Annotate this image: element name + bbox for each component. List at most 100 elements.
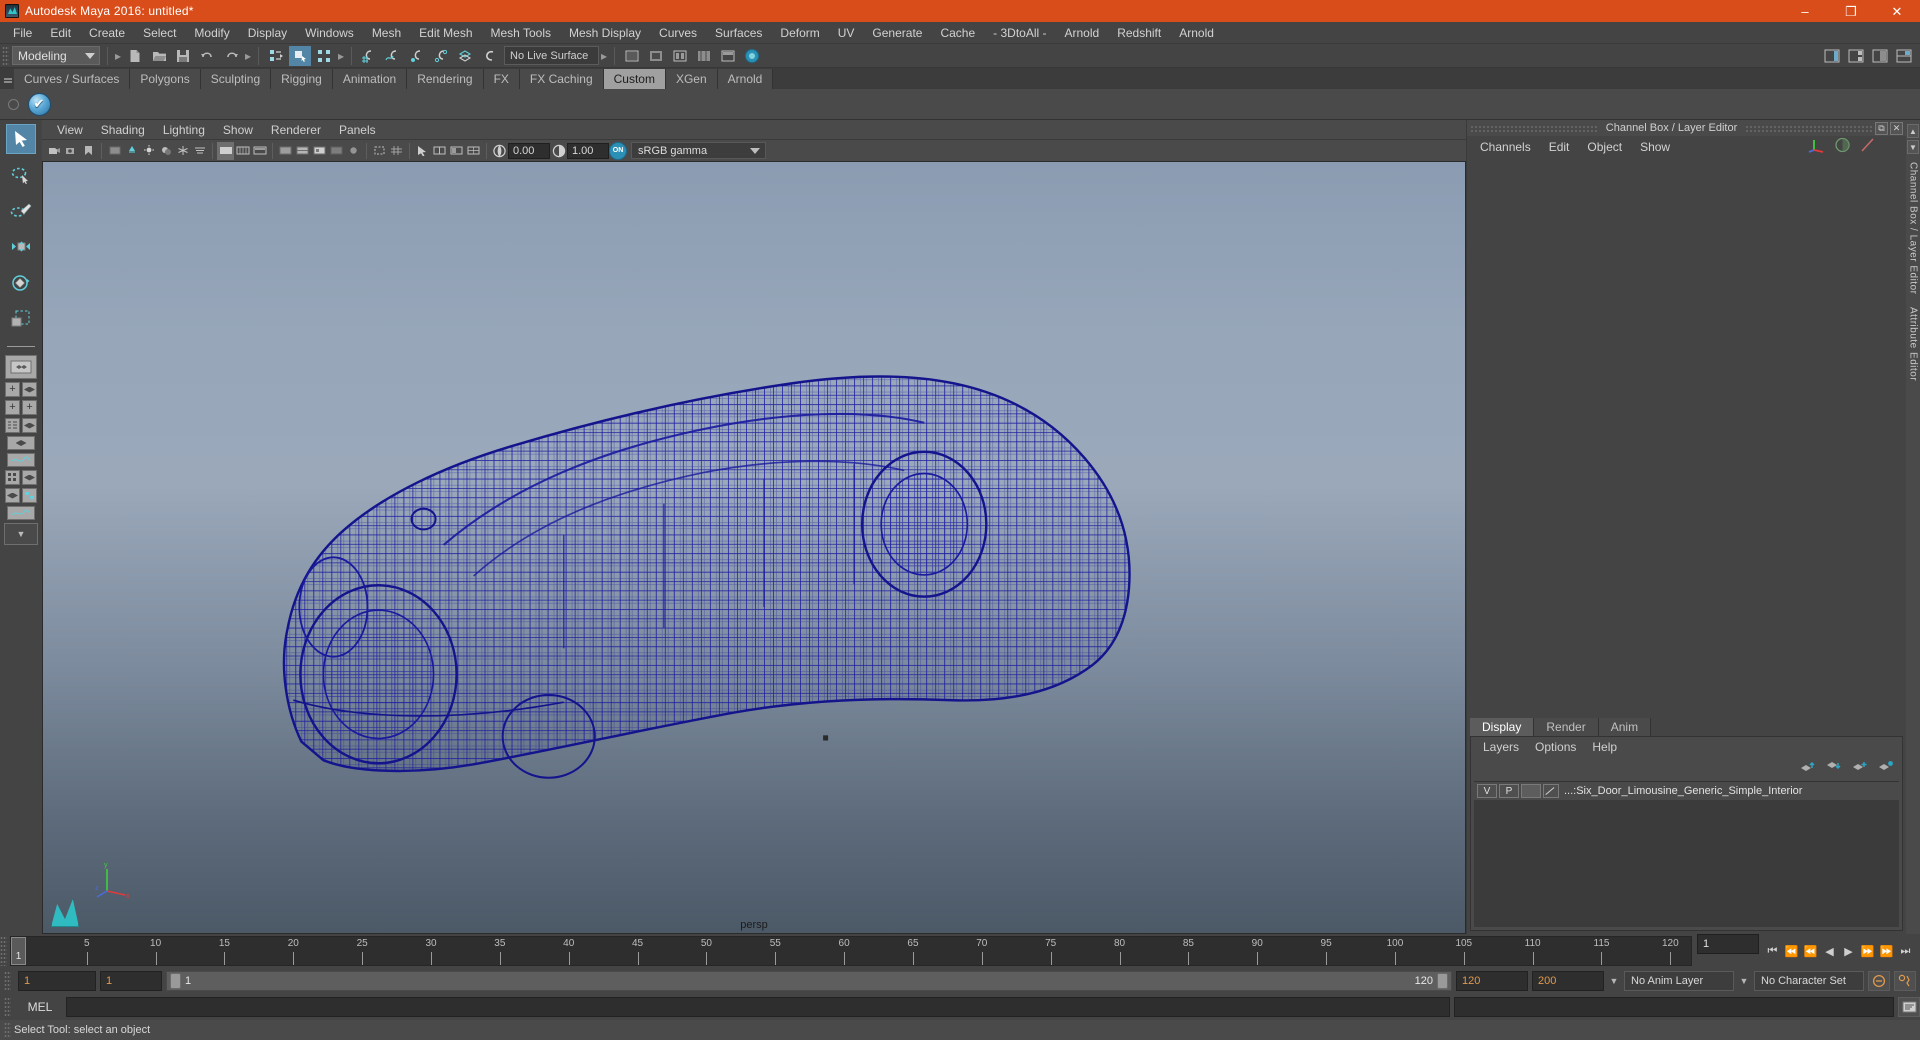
- viewport-layout-icon[interactable]: [431, 142, 448, 160]
- scroll-down-icon[interactable]: ▼: [1907, 140, 1919, 154]
- move-tool-icon[interactable]: [6, 232, 36, 262]
- viewport-menu-lighting[interactable]: Lighting: [154, 120, 214, 140]
- layout-hypershade-icon[interactable]: [5, 470, 20, 485]
- live-surface-field[interactable]: No Live Surface: [504, 46, 599, 65]
- isolate-select-icon[interactable]: [371, 142, 388, 160]
- menu-item-edit-mesh[interactable]: Edit Mesh: [410, 22, 481, 44]
- layout-persp-curve-icon[interactable]: [7, 506, 35, 520]
- layer-row[interactable]: V P ...:Six_Door_Limousine_Generic_Simpl…: [1474, 782, 1899, 800]
- go-to-end-icon[interactable]: ⏭: [1897, 941, 1914, 961]
- textured-icon[interactable]: [294, 142, 311, 160]
- panel-undock-icon[interactable]: ⧉: [1875, 121, 1888, 135]
- smooth-shade-all-icon[interactable]: [234, 142, 251, 160]
- step-back-keyframe-icon[interactable]: ⏪: [1783, 941, 1800, 961]
- range-slider[interactable]: 1 120: [166, 971, 1452, 991]
- auto-keyframe-icon[interactable]: [1868, 971, 1890, 991]
- shelf-tab-rigging[interactable]: Rigging: [271, 69, 333, 89]
- layout-two-pane-stacked-icon[interactable]: +: [22, 400, 37, 415]
- gamma-value-field[interactable]: 1.00: [567, 142, 609, 159]
- exposure-icon[interactable]: [491, 142, 508, 160]
- channel-menu-channels[interactable]: Channels: [1471, 136, 1540, 158]
- menu-item-redshift[interactable]: Redshift: [1108, 22, 1170, 44]
- character-set-chevron-icon[interactable]: ▼: [1738, 976, 1750, 986]
- command-output-field[interactable]: [1454, 997, 1894, 1017]
- shading-sphere-icon[interactable]: [1834, 137, 1851, 156]
- toolbar-collapse-icon-4[interactable]: ▸: [599, 47, 609, 65]
- render-settings-icon[interactable]: [693, 46, 715, 66]
- perspective-viewport[interactable]: y x z persp: [42, 162, 1466, 934]
- play-backwards-icon[interactable]: ◀: [1821, 941, 1838, 961]
- menu-item-uv[interactable]: UV: [829, 22, 864, 44]
- viewport-menu-show[interactable]: Show: [214, 120, 262, 140]
- two-sided-lighting-icon[interactable]: [123, 142, 140, 160]
- snap-to-grid-icon[interactable]: [358, 46, 380, 66]
- panel-drag-dots-right[interactable]: [1745, 124, 1873, 132]
- layout-four-view-icon[interactable]: +: [5, 382, 20, 397]
- toolbar-grip[interactable]: [2, 45, 9, 66]
- exposure-value-field[interactable]: 0.00: [508, 142, 550, 159]
- transform-axis-icon[interactable]: [1808, 137, 1826, 156]
- close-button[interactable]: ✕: [1874, 0, 1920, 22]
- render-globals-icon[interactable]: [621, 46, 643, 66]
- shelf-tab-polygons[interactable]: Polygons: [130, 69, 201, 89]
- use-all-lights-icon[interactable]: [140, 142, 157, 160]
- menu-item-arnold[interactable]: Arnold: [1056, 22, 1109, 44]
- move-layer-down-icon[interactable]: [1826, 760, 1842, 776]
- menu-item-cache[interactable]: Cache: [931, 22, 984, 44]
- anim-layer-chevron-icon[interactable]: ▼: [1608, 976, 1620, 986]
- shelf-grip[interactable]: [2, 68, 14, 89]
- layer-color-swatch[interactable]: [1521, 784, 1541, 798]
- anim-layer-selector[interactable]: No Anim Layer: [1624, 971, 1734, 991]
- menu-item-arnold-2[interactable]: Arnold: [1170, 22, 1223, 44]
- layout-persp-outliner-icon[interactable]: [22, 382, 37, 397]
- select-by-hierarchy-icon[interactable]: [265, 46, 287, 66]
- playback-start-field[interactable]: 1: [100, 971, 162, 991]
- sidebar-toggle-2-icon[interactable]: [1845, 46, 1867, 66]
- sidebar-toggle-3-icon[interactable]: [1869, 46, 1891, 66]
- rotate-tool-icon[interactable]: [6, 268, 36, 298]
- shadows-icon[interactable]: [157, 142, 174, 160]
- layout-graph-editor-icon[interactable]: [7, 453, 35, 467]
- screen-space-ao-icon[interactable]: [174, 142, 191, 160]
- layer-list[interactable]: V P ...:Six_Door_Limousine_Generic_Simpl…: [1474, 781, 1899, 927]
- open-scene-icon[interactable]: [148, 46, 170, 66]
- image-plane-icon[interactable]: [106, 142, 123, 160]
- layout-more-icon[interactable]: ▼: [4, 523, 38, 545]
- undo-icon[interactable]: [196, 46, 218, 66]
- menu-item-mesh-display[interactable]: Mesh Display: [560, 22, 650, 44]
- range-handle-right[interactable]: [1437, 973, 1448, 989]
- panel-close-icon[interactable]: ✕: [1890, 121, 1903, 135]
- viewport-grid-icon[interactable]: [388, 142, 405, 160]
- save-scene-icon[interactable]: [172, 46, 194, 66]
- color-profile-selector[interactable]: sRGB gamma: [631, 142, 766, 159]
- xray-joints-icon[interactable]: [345, 142, 362, 160]
- layer-visibility-toggle[interactable]: V: [1477, 784, 1497, 798]
- step-back-frame-icon[interactable]: ⏪: [1802, 941, 1819, 961]
- layer-name[interactable]: ...:Six_Door_Limousine_Generic_Simple_In…: [1564, 785, 1802, 797]
- channel-menu-object[interactable]: Object: [1578, 136, 1631, 158]
- layer-shading-toggle[interactable]: [1543, 784, 1559, 798]
- tab-anim[interactable]: Anim: [1598, 718, 1652, 736]
- scroll-up-icon[interactable]: ▲: [1907, 124, 1919, 138]
- wireframe-shading-icon[interactable]: [217, 141, 234, 160]
- layout-persp-graph-icon[interactable]: [22, 418, 37, 433]
- command-line-grip[interactable]: [4, 997, 11, 1017]
- layer-menu-layers[interactable]: Layers: [1475, 737, 1527, 757]
- layout-relationship-editor-icon[interactable]: [22, 488, 37, 503]
- shelf-tab-fx[interactable]: FX: [483, 69, 520, 89]
- snap-to-curve-icon[interactable]: [382, 46, 404, 66]
- scale-tool-icon[interactable]: [6, 304, 36, 334]
- select-camera-icon[interactable]: [46, 142, 63, 160]
- menu-item-display[interactable]: Display: [239, 22, 296, 44]
- menu-item-select[interactable]: Select: [134, 22, 185, 44]
- shelf-tab-xgen[interactable]: XGen: [665, 69, 718, 89]
- create-layer-from-selected-icon[interactable]: [1878, 760, 1894, 776]
- select-by-object-icon[interactable]: [289, 45, 311, 66]
- make-live-icon[interactable]: [478, 46, 500, 66]
- shelf-options-icon[interactable]: [2, 89, 24, 120]
- menu-item-file[interactable]: File: [4, 22, 41, 44]
- snap-to-projected-center-icon[interactable]: [430, 46, 452, 66]
- command-language-label[interactable]: MEL: [18, 1000, 62, 1014]
- range-slider-grip[interactable]: [4, 971, 11, 991]
- layout-persp-relationship-icon[interactable]: [5, 488, 20, 503]
